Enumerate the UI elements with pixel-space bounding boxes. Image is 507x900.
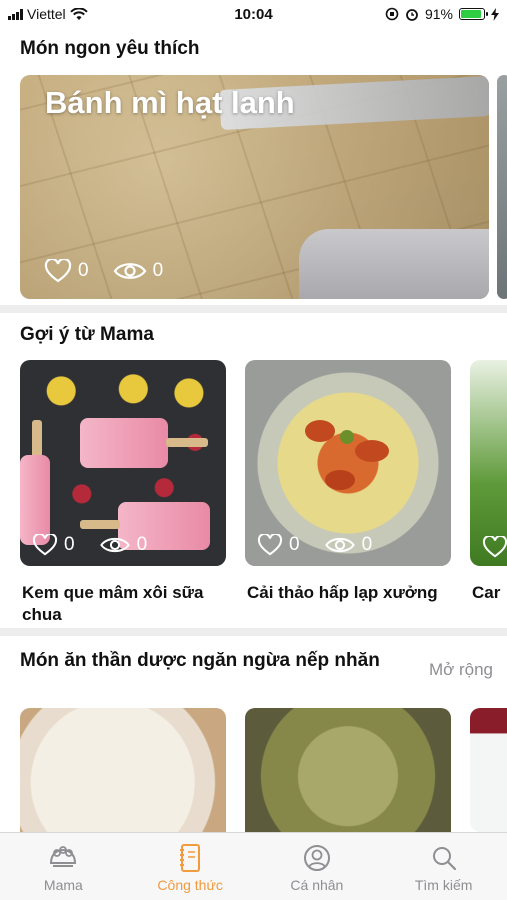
recipe-image [20, 708, 226, 832]
battery-icon [459, 8, 488, 20]
tab-recipes[interactable]: Công thức [127, 833, 254, 900]
eye-icon [324, 537, 355, 553]
tab-label: Tìm kiếm [414, 877, 473, 893]
alarm-icon [406, 9, 418, 21]
expand-link[interactable]: Mở rộng [429, 660, 493, 680]
next-featured-card-peek[interactable] [497, 75, 507, 299]
section-title-suggestions: Gợi ý từ Mama [20, 324, 154, 345]
mama-icon [50, 846, 77, 867]
heart-icon[interactable] [482, 536, 507, 558]
eye-icon [99, 537, 130, 553]
recipe-stats: 0 0 [32, 534, 165, 556]
views-count: 0 [361, 534, 373, 555]
tab-mama[interactable]: Mama [0, 833, 127, 900]
views-count: 0 [152, 260, 164, 281]
tab-profile[interactable]: Cá nhân [254, 833, 381, 900]
recipe-image [470, 360, 507, 566]
section-divider [0, 305, 507, 313]
recipe-card[interactable]: 0 0 Kem que mâm xôi sữa chua [20, 360, 226, 626]
eye-icon [113, 263, 146, 279]
person-icon [303, 845, 330, 871]
search-icon [432, 847, 456, 871]
featured-recipe-title: Bánh mì hạt lanh [45, 85, 295, 120]
heart-icon[interactable] [44, 259, 72, 283]
recipe-image [245, 708, 451, 832]
recipe-card[interactable] [245, 708, 451, 832]
recipe-name: Car [472, 583, 501, 602]
likes-count: 0 [289, 534, 300, 555]
recipe-card-peek[interactable] [470, 708, 507, 832]
heart-icon[interactable] [257, 534, 283, 556]
tab-label: Cá nhân [290, 877, 344, 893]
recipe-card-peek[interactable]: Car [470, 360, 507, 604]
recipe-card[interactable] [20, 708, 226, 832]
charging-icon [491, 7, 499, 21]
recipe-book-icon [180, 844, 201, 872]
recipe-image: 0 0 [245, 360, 451, 566]
section-title-herbal: Món ăn thần dược ngăn ngừa nếp nhăn [20, 650, 380, 671]
views-count: 0 [136, 534, 148, 555]
heart-icon[interactable] [32, 534, 58, 556]
tab-label: Mama [43, 877, 83, 893]
likes-count: 0 [78, 260, 89, 281]
recipe-card[interactable]: 0 0 Cải thảo hấp lạp xưởng [245, 360, 451, 604]
section-title-favorites: Món ngon yêu thích [20, 38, 200, 59]
pan-image-detail [299, 229, 489, 299]
likes-count: 0 [64, 534, 75, 555]
featured-stats: 0 0 [44, 259, 181, 283]
rotation-lock-icon [385, 7, 399, 21]
battery-percent: 91% [424, 6, 453, 22]
recipe-name: Cải thảo hấp lạp xưởng [247, 583, 438, 602]
tab-label: Công thức [157, 877, 223, 893]
status-bar: Viettel 10:04 91% [0, 0, 507, 28]
recipe-image: 0 0 [20, 360, 226, 566]
recipe-name: Kem que mâm xôi sữa chua [22, 583, 204, 624]
section-divider [0, 628, 507, 636]
tab-bar: Mama Công thức Cá nhân Tìm kiếm [0, 832, 507, 900]
recipe-stats: 0 0 [257, 534, 390, 556]
tab-search[interactable]: Tìm kiếm [380, 833, 507, 900]
featured-recipe-card[interactable]: Bánh mì hạt lanh 0 0 [20, 75, 489, 299]
